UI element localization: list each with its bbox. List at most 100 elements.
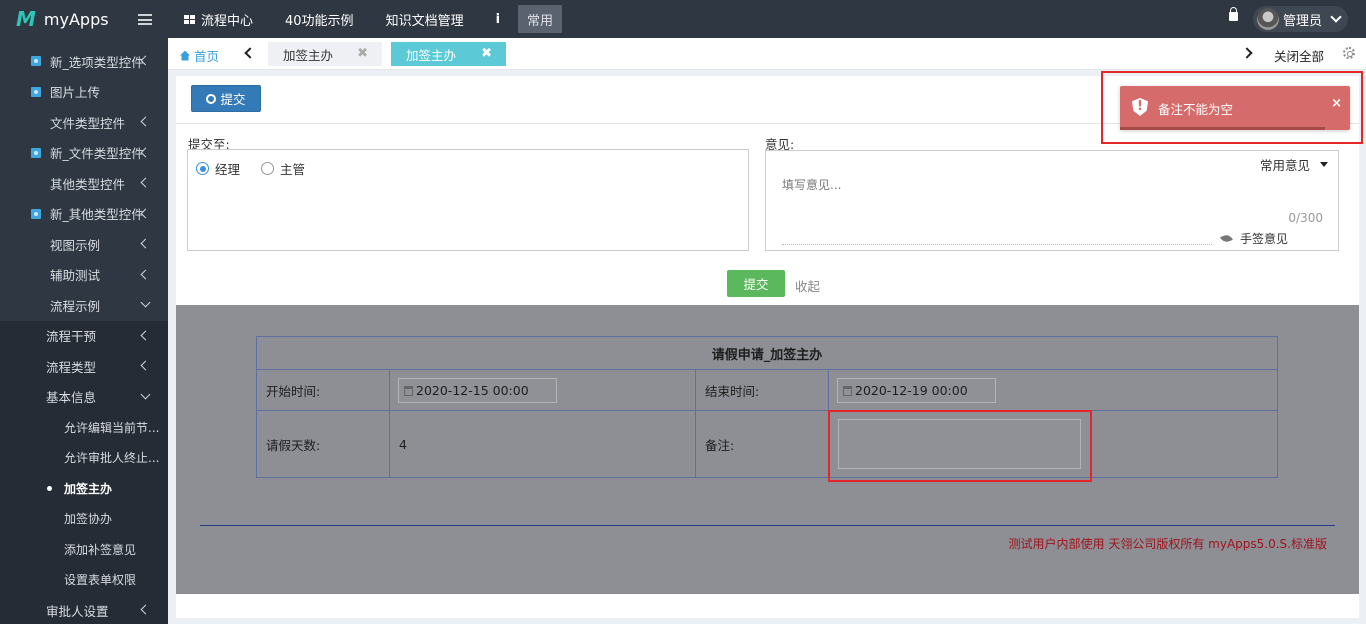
sidebar-item[interactable]: 审批人设置 (0, 595, 168, 624)
sidebar-item-label: 允许编辑当前节... (64, 420, 160, 435)
chevron-left-icon (140, 177, 151, 188)
sidebar-item[interactable]: 新_其他类型控件 (0, 199, 168, 230)
toolbar-submit-button[interactable]: 提交 (191, 85, 261, 112)
sidebar-item[interactable]: 其他类型控件 (0, 168, 168, 199)
main-content: 提交 提交至: 经理 主管 意见: 常用意见 填写意见... 0/300 手签意… (176, 76, 1359, 618)
nav-label: 流程中心 (201, 13, 254, 29)
sidebar-item[interactable]: 辅助测试 (0, 260, 168, 291)
radio-label: 主管 (280, 162, 306, 177)
collapse-link[interactable]: 收起 (795, 276, 820, 295)
sidebar-item[interactable]: 新_文件类型控件 (0, 138, 168, 169)
tab-label: 加签主办 (283, 47, 334, 63)
tab-item[interactable]: 加签主办 ✖ (268, 42, 382, 66)
module-icon (31, 56, 41, 67)
toast-progress (1120, 127, 1325, 130)
menu-toggle-icon[interactable] (138, 14, 152, 25)
chevron-down-icon (140, 297, 151, 308)
calendar-icon (404, 385, 413, 396)
end-label: 结束时间: (696, 370, 829, 410)
sidebar-item-label: 流程干预 (46, 329, 97, 345)
handwrite-opinion-button[interactable]: 手签意见 (1220, 230, 1288, 247)
module-icon (31, 147, 41, 158)
sidebar-item-cut[interactable] (0, 38, 168, 46)
sidebar-item-active[interactable]: 加签主办 (0, 473, 168, 504)
nav-item-docs[interactable]: 知识文档管理 (370, 0, 480, 38)
copyright-text: 测试用户内部使用 天翎公司版权所有 myApps5.0.S.标准版 (1008, 537, 1327, 551)
sidebar-item[interactable]: 允许审批人终止... (0, 442, 168, 473)
sidebar-item[interactable]: 添加补签意见 (0, 534, 168, 565)
nav-item-workflow[interactable]: 流程中心 (168, 0, 269, 38)
nav-label: 知识文档管理 (385, 13, 464, 29)
active-bullet-icon (47, 485, 52, 491)
form-overlay: 请假申请_加签主办 开始时间: 2020-12-15 00:00 结束时间: 2… (176, 305, 1359, 594)
close-icon[interactable]: ✖ (481, 47, 492, 60)
sidebar-item-label: 加签主办 (64, 481, 113, 496)
sidebar-item-label: 视图示例 (50, 237, 101, 253)
sidebar-item[interactable]: 文件类型控件 (0, 107, 168, 138)
sidebar-item[interactable]: 加签协办 (0, 503, 168, 534)
chevron-down-icon (140, 389, 151, 399)
form-title: 请假申请_加签主办 (257, 337, 1277, 370)
tab-prev-icon[interactable] (244, 47, 256, 59)
sidebar-item-label: 允许审批人终止... (64, 451, 160, 466)
chevron-left-icon (140, 116, 151, 127)
footer-divider (200, 525, 1335, 526)
sidebar-item[interactable]: 流程示例 (0, 290, 168, 321)
sidebar-item-label: 加签协办 (64, 512, 113, 527)
end-date-input[interactable]: 2020-12-19 00:00 (837, 378, 996, 403)
radio-label: 经理 (215, 162, 241, 177)
sidebar-item[interactable]: 流程类型 (0, 351, 168, 382)
toast-close-button[interactable]: × (1331, 96, 1342, 111)
close-all-button[interactable]: 关闭全部 (1274, 46, 1324, 65)
sidebar-item[interactable]: 视图示例 (0, 229, 168, 260)
leaf-icon (1220, 233, 1233, 244)
chevron-down-icon (1330, 11, 1342, 23)
form-row: 请假天数: 4 备注: (257, 411, 1277, 477)
leave-form: 请假申请_加签主办 开始时间: 2020-12-15 00:00 结束时间: 2… (256, 336, 1278, 478)
sidebar-item-label: 设置表单权限 (64, 573, 137, 588)
sendto-box: 经理 主管 (187, 149, 749, 251)
sidebar-item[interactable]: 图片上传 (0, 77, 168, 108)
sidebar-item-label: 新_文件类型控件 (50, 146, 144, 162)
tab-next-icon[interactable] (1241, 47, 1253, 59)
nav-common[interactable]: 常用 (518, 5, 563, 33)
close-icon[interactable]: ✖ (357, 47, 368, 60)
submit-button[interactable]: 提交 (727, 270, 785, 297)
radio-manager[interactable]: 经理 (196, 159, 240, 178)
avatar (1256, 8, 1279, 30)
tab-home[interactable]: 首页 (180, 46, 219, 65)
module-icon (31, 208, 41, 219)
sidebar-item-label: 基本信息 (46, 390, 97, 406)
nav-more[interactable]: i (480, 0, 516, 38)
opinion-input[interactable]: 填写意见... (782, 176, 841, 193)
nav-item-demo[interactable]: 40功能示例 (269, 0, 370, 38)
caret-down-icon (1320, 162, 1328, 167)
clock-icon (206, 93, 217, 104)
sidebar-item-label: 辅助测试 (50, 268, 101, 284)
logo-mark: M (16, 7, 36, 31)
chevron-left-icon (140, 330, 151, 340)
sidebar-item-label: 其他类型控件 (50, 176, 126, 192)
sidebar-item[interactable]: 设置表单权限 (0, 564, 168, 595)
common-opinion-dropdown[interactable]: 常用意见 (1260, 155, 1328, 174)
user-menu[interactable]: 管理员 (1252, 6, 1348, 32)
sidebar-item[interactable]: 流程干预 (0, 320, 168, 351)
sidebar-item-label: 流程示例 (50, 298, 101, 314)
sidebar-item-label: 新_其他类型控件 (50, 207, 144, 223)
sidebar-item[interactable]: 基本信息 (0, 381, 168, 412)
sidebar-item[interactable]: 允许编辑当前节... (0, 412, 168, 443)
common-opinion-label: 常用意见 (1259, 158, 1310, 173)
user-name: 管理员 (1282, 13, 1322, 29)
tab-item-active[interactable]: 加签主办 ✖ (391, 42, 506, 66)
gear-icon[interactable] (1343, 47, 1355, 59)
info-icon: i (495, 11, 501, 27)
remark-label: 备注: (696, 411, 829, 477)
lock-icon[interactable] (1229, 7, 1238, 21)
sidebar-item-label: 流程类型 (46, 359, 97, 375)
home-icon (180, 50, 190, 61)
start-label: 开始时间: (257, 370, 390, 410)
start-date-input[interactable]: 2020-12-15 00:00 (398, 378, 557, 403)
sidebar-item[interactable]: 新_选项类型控件 (0, 46, 168, 77)
tab-home-label: 首页 (194, 49, 220, 64)
radio-supervisor[interactable]: 主管 (261, 159, 305, 178)
